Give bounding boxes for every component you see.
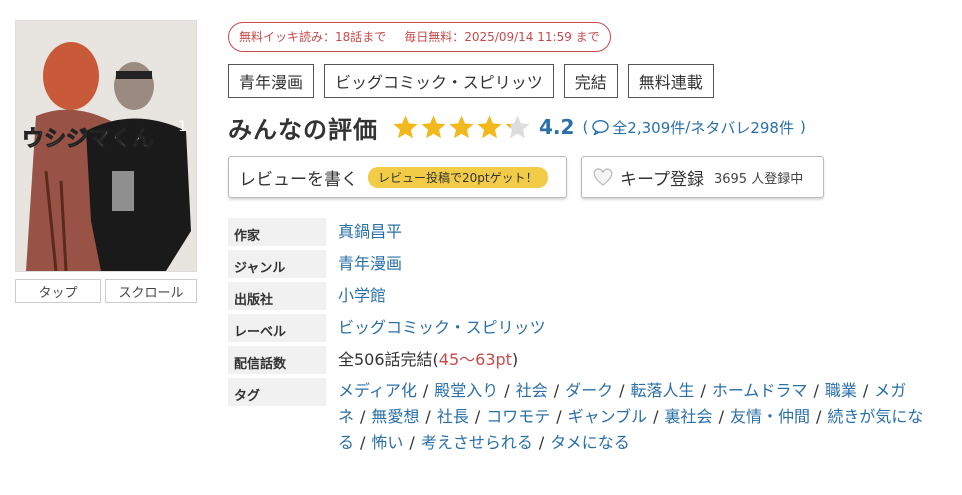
genre-button-free-serial[interactable]: 無料連載 xyxy=(627,64,714,98)
detail-panel: 無料イッキ読み：18話まで 毎日無料：2025/09/14 11:59 まで 青年… xyxy=(228,22,948,460)
label-label: レーベル xyxy=(228,314,326,342)
daily-free-text: 毎日無料：2025/09/14 11:59 まで xyxy=(404,30,600,44)
review-promo-badge: レビュー投稿で20ptゲット！ xyxy=(368,166,548,188)
tag-link[interactable]: タメになる xyxy=(550,433,630,452)
author-label: 作家 xyxy=(228,218,326,246)
episodes-label: 配信話数 xyxy=(228,346,326,374)
publisher-label: 出版社 xyxy=(228,282,326,310)
tag-list: メディア化 / 殿堂入り / 社会 / ダーク / 転落人生 / ホームドラマ / 職業 / メガネ / 無愛想… xyxy=(338,378,938,456)
write-review-label: レビューを書く xyxy=(239,169,358,190)
tap-mode-button[interactable]: タップ xyxy=(15,279,101,303)
tag-link[interactable]: 無愛想 xyxy=(371,407,419,426)
tag-separator: / xyxy=(425,407,431,426)
star-icon xyxy=(393,115,418,138)
tag-separator: / xyxy=(360,433,366,452)
tag-separator: / xyxy=(360,407,366,426)
info-row-author: 作家 真鍋昌平 xyxy=(228,218,948,246)
tag-separator: / xyxy=(504,381,510,400)
tag-link[interactable]: 転落人生 xyxy=(631,381,695,400)
total-reviews-link[interactable]: 全2,309件 xyxy=(612,117,685,138)
keep-button[interactable]: キープ登録 3695 人登録中 xyxy=(581,156,824,198)
genre-link[interactable]: 青年漫画 xyxy=(338,250,402,277)
star-icon xyxy=(505,115,530,138)
action-buttons: レビューを書く レビュー投稿で20ptゲット！ キープ登録 3695 人登録中 xyxy=(228,156,948,198)
star-icon xyxy=(477,115,502,138)
info-row-tags: タグ メディア化 / 殿堂入り / 社会 / ダーク / 転落人生 / ホームドラマ / 職業 / メガネ /… xyxy=(228,378,948,456)
tag-link[interactable]: コワモテ xyxy=(486,407,550,426)
tag-link[interactable]: メディア化 xyxy=(338,381,417,400)
tags-label: タグ xyxy=(228,378,326,406)
tag-separator: / xyxy=(813,381,819,400)
tag-separator: / xyxy=(700,381,706,400)
tag-separator: / xyxy=(553,381,560,400)
cover-illustration: ウシジマくん 1 xyxy=(16,21,196,271)
genre-label: ジャンル xyxy=(228,250,326,278)
keep-label: キープ登録 xyxy=(620,169,704,190)
price-range: 45〜63pt xyxy=(438,350,512,369)
keep-count: 3695 人登録中 xyxy=(713,171,804,187)
author-link[interactable]: 真鍋昌平 xyxy=(338,218,402,245)
genre-button-completed[interactable]: 完結 xyxy=(563,64,618,98)
tag-separator: / xyxy=(409,433,415,452)
rating-title: みんなの評価 xyxy=(228,115,378,144)
label-link[interactable]: ビッグコミック・スピリッツ xyxy=(338,314,546,341)
genre-button-spirits[interactable]: ビッグコミック・スピリッツ xyxy=(324,64,554,98)
svg-text:1: 1 xyxy=(178,119,187,135)
tag-link[interactable]: ホームドラマ xyxy=(712,381,808,400)
heart-icon xyxy=(593,168,613,186)
tag-link[interactable]: ギャンブル xyxy=(568,407,648,426)
info-row-label: レーベル ビッグコミック・スピリッツ xyxy=(228,314,948,342)
info-row-episodes: 配信話数 全506話完結(45〜63pt) xyxy=(228,346,948,374)
episodes-close: ) xyxy=(511,350,519,369)
svg-text:ウシジマくん: ウシジマくん xyxy=(22,127,154,152)
tag-separator: / xyxy=(538,433,545,452)
info-table: 作家 真鍋昌平 ジャンル 青年漫画 出版社 小学館 レーベル ビッグコミック・ス… xyxy=(228,218,948,456)
comment-icon xyxy=(592,119,609,135)
rating-score: 4.2 xyxy=(539,115,575,139)
tag-link[interactable]: 裏社会 xyxy=(665,407,713,426)
free-read-text: 無料イッキ読み：18話まで xyxy=(239,30,387,44)
tag-separator: / xyxy=(474,407,481,426)
tag-separator: / xyxy=(653,407,659,426)
tag-link[interactable]: 考えさせられる xyxy=(421,433,533,452)
tag-separator: / xyxy=(815,407,822,426)
tag-separator: / xyxy=(619,381,625,400)
cover-image[interactable]: ウシジマくん 1 xyxy=(15,20,197,272)
rating-row: みんなの評価 4.2 ( 全2,309件 / ネタバレ298件 ) xyxy=(228,110,948,144)
tag-link[interactable]: 社会 xyxy=(516,381,548,400)
genre-buttons: 青年漫画 ビッグコミック・スピリッツ 完結 無料連載 xyxy=(228,64,948,98)
free-badge: 無料イッキ読み：18話まで 毎日無料：2025/09/14 11:59 まで xyxy=(228,22,611,52)
tag-link[interactable]: 友情・仲間 xyxy=(730,407,810,426)
publisher-link[interactable]: 小学館 xyxy=(338,282,386,309)
rating-stars xyxy=(392,114,531,141)
episodes-count: 全506話完結( xyxy=(338,350,439,369)
tag-link[interactable]: 社長 xyxy=(437,407,469,426)
tag-link[interactable]: 職業 xyxy=(825,381,857,400)
tag-separator: / xyxy=(862,381,869,400)
star-icon xyxy=(421,115,446,138)
tag-link[interactable]: 殿堂入り xyxy=(434,381,498,400)
close-paren: ) xyxy=(799,118,806,136)
write-review-button[interactable]: レビューを書く レビュー投稿で20ptゲット！ xyxy=(228,156,567,198)
spoiler-reviews-link[interactable]: ネタバレ298件 xyxy=(690,117,794,138)
scroll-mode-button[interactable]: スクロール xyxy=(105,279,197,303)
review-counts[interactable]: ( 全2,309件 / ネタバレ298件 ) xyxy=(582,117,805,138)
tag-separator: / xyxy=(422,381,429,400)
open-paren: ( xyxy=(582,118,589,136)
tag-separator: / xyxy=(718,407,724,426)
info-row-genre: ジャンル 青年漫画 xyxy=(228,250,948,278)
tag-link[interactable]: 怖い xyxy=(371,433,403,452)
tag-separator: / xyxy=(556,407,562,426)
info-row-publisher: 出版社 小学館 xyxy=(228,282,948,310)
tag-link[interactable]: ダーク xyxy=(565,381,613,400)
episodes-value: 全506話完結(45〜63pt) xyxy=(338,346,518,373)
star-icon xyxy=(449,115,474,138)
genre-button-seinen[interactable]: 青年漫画 xyxy=(228,64,315,98)
